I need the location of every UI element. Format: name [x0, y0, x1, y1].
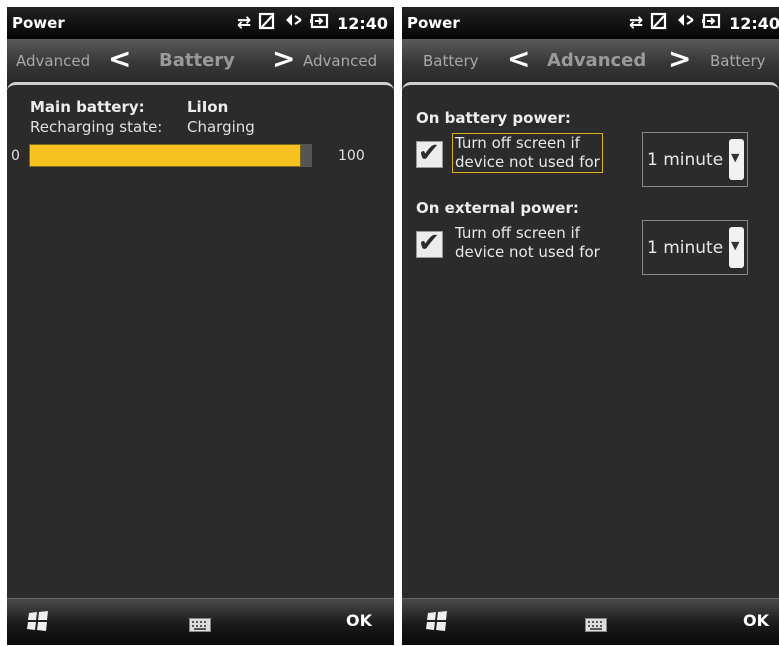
ok-button[interactable]: OK	[743, 611, 769, 630]
tab-next-advanced[interactable]: Advanced	[303, 52, 377, 70]
external-timeout-dropdown[interactable]: 1 minute ▼	[642, 220, 748, 275]
clock: 12:40	[337, 13, 388, 33]
ok-button[interactable]: OK	[346, 611, 372, 630]
external-screen-off-checkbox[interactable]: ✔	[416, 228, 443, 258]
tab-prev-battery[interactable]: Battery	[423, 52, 479, 70]
battery-content: Main battery: LiIon Recharging state: Ch…	[7, 91, 394, 599]
battery-option-line1: Turn off screen if	[455, 134, 580, 152]
sync-icon: ⇄	[628, 13, 644, 33]
soft-key-bar: OK	[7, 598, 394, 645]
keyboard-icon[interactable]	[189, 617, 211, 632]
external-timeout-value: 1 minute	[647, 238, 724, 258]
dropdown-arrow-icon[interactable]: ▼	[729, 139, 744, 180]
main-battery-label: Main battery:	[30, 98, 145, 116]
clock: 12:40	[729, 13, 779, 33]
no-sim-icon	[258, 12, 276, 35]
battery-screen-off-checkbox[interactable]: ✔	[416, 138, 443, 168]
checkmark-icon: ✔	[418, 228, 440, 258]
battery-option-line2: device not used for	[455, 153, 600, 171]
advanced-content: On battery power: ✔ Turn off screen if d…	[402, 91, 779, 599]
status-icons: ⇄ 12:40	[237, 11, 388, 35]
app-title: Power	[407, 14, 460, 32]
chevron-right-icon[interactable]: >	[668, 44, 691, 74]
main-battery-value: LiIon	[187, 98, 229, 116]
recharging-state-value: Charging	[187, 118, 255, 136]
tab-next-battery[interactable]: Battery	[710, 52, 766, 70]
checkmark-icon: ✔	[418, 138, 440, 168]
sync-icon: ⇄	[236, 13, 252, 33]
external-option-line1: Turn off screen if	[455, 224, 580, 242]
tab-prev-advanced[interactable]: Advanced	[16, 52, 90, 70]
app-title: Power	[12, 14, 65, 32]
external-screen-off-label[interactable]: Turn off screen if device not used for	[455, 224, 600, 262]
battery-timeout-value: 1 minute	[647, 150, 724, 170]
battery-screen: Power ⇄ 12:40 Advanced < Battery > Advan…	[7, 7, 394, 645]
battery-screen-off-label[interactable]: Turn off screen if device not used for	[452, 133, 603, 173]
chevron-left-icon[interactable]: <	[507, 44, 530, 74]
scale-min-label: 0	[11, 148, 20, 164]
status-bar: Power ⇄ 12:40	[7, 7, 394, 39]
tab-bar: Advanced < Battery > Advanced	[7, 39, 394, 95]
battery-charging-icon	[310, 12, 330, 35]
chevron-left-icon[interactable]: <	[108, 44, 131, 74]
battery-timeout-dropdown[interactable]: 1 minute ▼	[642, 132, 748, 187]
battery-charging-icon	[702, 12, 722, 35]
windows-start-icon[interactable]	[27, 610, 49, 632]
windows-start-icon[interactable]	[426, 610, 448, 632]
tab-current-battery: Battery	[159, 50, 235, 71]
status-bar: Power ⇄ 12:40	[402, 7, 779, 39]
chevron-right-icon[interactable]: >	[272, 44, 295, 74]
battery-power-heading: On battery power:	[416, 109, 571, 127]
external-option-line2: device not used for	[455, 243, 600, 261]
status-icons: ⇄ 12:40	[629, 11, 779, 35]
dropdown-arrow-icon[interactable]: ▼	[729, 227, 744, 268]
tab-current-advanced: Advanced	[547, 50, 647, 71]
scale-max-label: 100	[338, 148, 365, 164]
tab-bar: Battery < Advanced > Battery	[402, 39, 779, 95]
keyboard-icon[interactable]	[585, 617, 607, 632]
external-power-heading: On external power:	[416, 199, 579, 217]
recharging-state-label: Recharging state:	[30, 118, 163, 136]
volume-muted-icon	[283, 12, 303, 35]
no-sim-icon	[650, 12, 668, 35]
advanced-screen: Power ⇄ 12:40 Battery < Advanced > Batte…	[402, 7, 779, 645]
battery-level-bar	[29, 144, 312, 167]
soft-key-bar: OK	[402, 598, 779, 645]
volume-muted-icon	[675, 12, 695, 35]
battery-level-fill	[29, 144, 301, 167]
